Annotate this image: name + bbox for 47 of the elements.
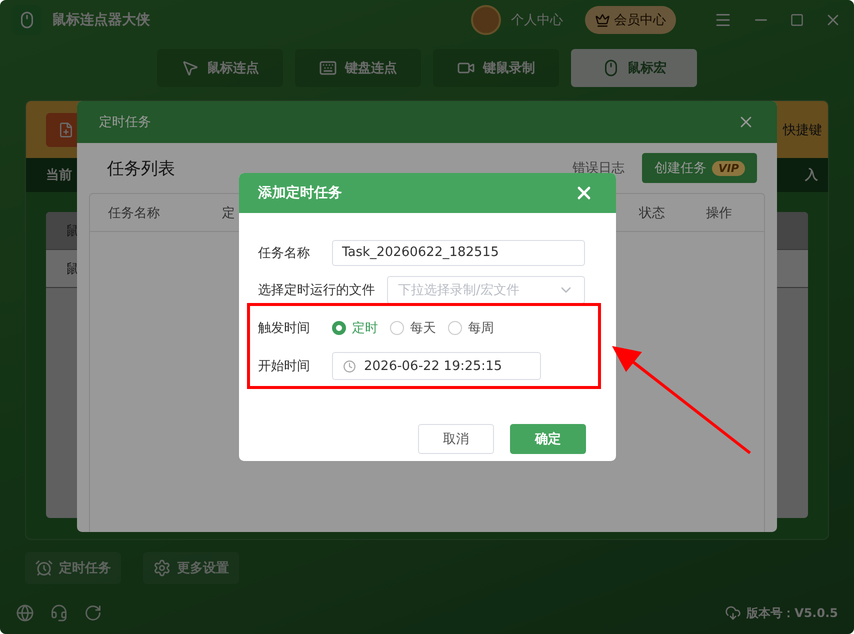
section-heading: 任务列表 [107,158,176,180]
field-label: 任务名称 [258,244,311,262]
status-text: 入 [805,166,818,184]
settings-icon [153,559,171,577]
maximize-icon[interactable] [790,13,804,27]
column-header: 定 [222,204,236,222]
refresh-icon[interactable] [84,604,102,622]
select-field[interactable]: 下拉选择录制/宏文件 [387,276,585,304]
nav-tab[interactable]: 鼠标宏 [571,49,697,87]
field-label: 触发时间 [258,320,311,337]
crown-icon [595,12,610,28]
radio-button[interactable] [448,321,462,335]
alarm-clock-icon [35,559,53,577]
create-task-button[interactable]: 创建任务 VIP [642,153,757,183]
app-title: 鼠标连点器大侠 [52,11,150,29]
error-log-link[interactable]: 错误日志 [572,159,624,177]
menu-icon[interactable] [714,11,732,29]
app-logo-icon [12,5,42,35]
cursor-icon [181,59,199,77]
column-header: 状态 [639,204,666,222]
field-label: 开始时间 [258,358,311,375]
radio-option[interactable]: 定时 [332,319,378,337]
radio-option[interactable]: 每周 [448,319,494,337]
cancel-button[interactable]: 取消 [418,424,494,454]
vip-badge: VIP [712,160,745,176]
date-time-field[interactable]: 2026-06-22 19:25:15 [332,352,541,380]
field-label: 选择定时运行的文件 [258,282,375,299]
column-header: 任务名称 [108,204,161,222]
radio-button[interactable] [332,321,346,335]
radio-button[interactable] [390,321,404,335]
dialog-title: 添加定时任务 [258,184,342,202]
clock-icon [343,360,356,372]
keyboard-icon [319,59,337,77]
status-text: 当前 [46,167,72,184]
radio-option[interactable]: 每天 [390,319,436,337]
avatar[interactable] [471,5,501,35]
column-header: 操作 [706,204,733,222]
banner-text: 快捷键 [783,122,822,138]
profile-link[interactable]: 个人中心 [511,11,563,29]
vip-button[interactable]: 会员中心 [585,6,676,34]
dialog-title: 定时任务 [99,114,151,131]
cloud-download-icon [724,605,741,621]
version-text: 版本号：V5.0.5 [724,604,838,622]
headset-icon[interactable] [50,604,68,622]
globe-icon[interactable] [16,604,34,622]
confirm-button[interactable]: 确定 [510,424,586,454]
text-field[interactable]: Task_20260622_182515 [332,240,585,266]
